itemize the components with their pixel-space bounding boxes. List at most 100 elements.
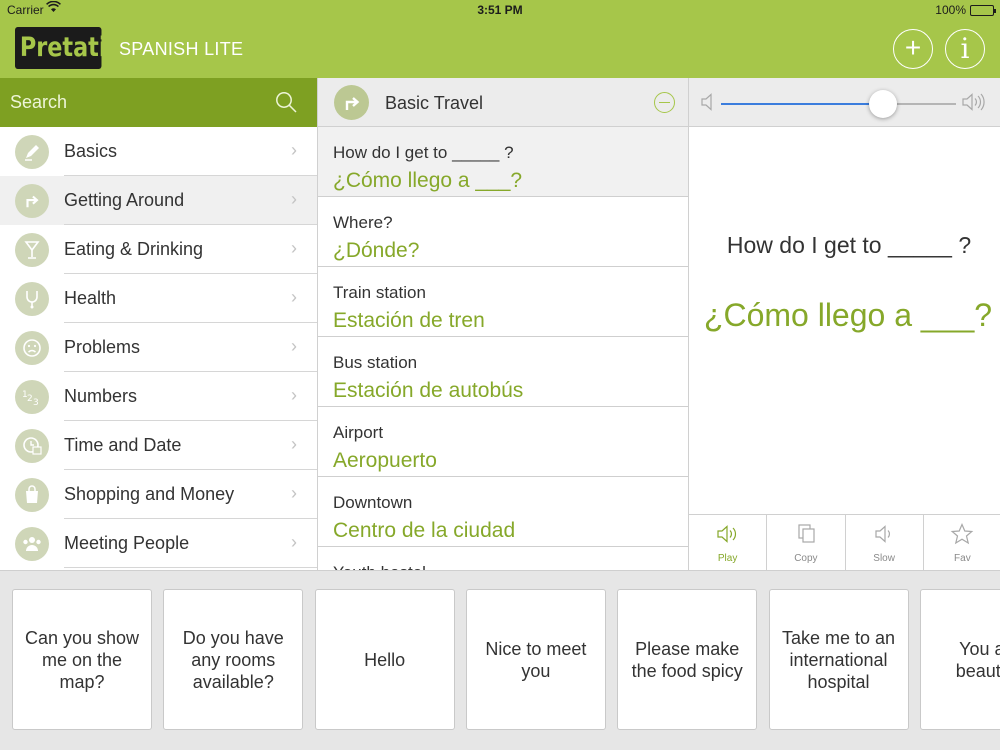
quick-phrase-card[interactable]: Nice to meet you [465,589,606,730]
svg-text:3: 3 [33,398,39,407]
quick-phrase-card[interactable]: Please make the food spicy [617,589,758,730]
phrase-row[interactable]: Train station Estación de tren [318,267,688,337]
speaker-slow-icon [872,523,896,545]
sidebar-item-eating-and-drinking[interactable]: Eating & Drinking › [0,225,317,274]
chevron-right-icon: › [291,140,297,160]
people-icon [15,527,49,561]
search-bar [0,78,317,127]
action-label: Slow [873,553,895,564]
sidebar-item-basics[interactable]: Basics › [0,127,317,176]
volume-slider-thumb[interactable] [869,90,898,118]
sidebar-item-meeting-people[interactable]: Meeting People › [0,519,317,568]
phrase-spanish: ¿Dónde? [333,239,420,262]
star-icon [950,522,974,545]
chevron-right-icon: › [291,336,297,356]
shopping-bag-icon [15,478,49,512]
battery-icon [970,4,996,16]
collapse-icon[interactable] [654,92,675,113]
phrase-row[interactable]: Where? ¿Dónde? [318,197,688,267]
volume-high-icon [962,93,985,111]
search-input[interactable] [0,78,317,127]
sad-face-icon [15,331,49,365]
phrase-english: Youth hostel [333,563,426,570]
sidebar-item-label: Eating & Drinking [64,239,204,259]
detail-spanish-phrase: ¿Cómo llego a ___? [703,297,993,333]
glass-icon [15,233,49,267]
chevron-right-icon: › [291,385,297,405]
battery-indicator: 100% [935,3,996,17]
turn-arrow-icon [334,85,369,120]
battery-percent: 100% [935,3,966,17]
volume-control [689,78,1000,127]
phrase-row[interactable]: How do I get to _____ ? ¿Cómo llego a ___… [318,127,688,197]
phrase-spanish: Centro de la ciudad [333,519,516,542]
quick-phrase-card[interactable]: You are beautiful [919,589,1000,730]
category-list: Basics › Getting Around › Eating & Drinking ›… [0,127,317,568]
action-label: Fav [954,553,971,564]
phrase-spanish: Estación de tren [333,309,485,332]
phrase-english: How do I get to _____ ? [333,143,514,162]
phrase-row[interactable]: Bus station Estación de autobús [318,337,688,407]
divider [64,567,317,568]
phrase-panel: Basic Travel How do I get to _____ ? ¿Cóm… [317,78,688,570]
sidebar-item-label: Problems [64,337,141,357]
search-icon[interactable] [275,91,297,113]
app-header: Carrier 3:51 PM 100% Pretati SPANISH LIT… [0,0,1000,78]
app-logo: Pretati [15,27,107,69]
fav-button[interactable]: Fav [924,515,1000,570]
volume-slider[interactable] [721,90,956,118]
phrase-english: Airport [333,423,384,442]
numbers-icon: 123 [15,380,49,414]
detail-english-phrase: How do I get to _____ ? [726,232,972,258]
quick-phrase-card[interactable]: Take me to an international hospital [768,589,909,730]
phrase-detail-panel: How do I get to _____ ? ¿Cómo llego a __… [688,78,1000,570]
phrase-spanish: ¿Cómo llego a ___? [333,169,523,192]
copy-button[interactable]: Copy [767,515,846,570]
slow-button[interactable]: Slow [846,515,924,570]
info-button[interactable]: i [945,29,985,69]
quick-phrase-card[interactable]: Do you have any rooms available? [163,589,304,730]
clock: 3:51 PM [477,3,523,17]
volume-slider-fill [721,103,884,105]
quick-phrase-card[interactable]: Hello [314,589,455,730]
category-sidebar: Basics › Getting Around › Eating & Drinking ›… [0,78,317,570]
chevron-right-icon: › [291,287,297,307]
sidebar-item-label: Getting Around [64,190,185,210]
phrase-spanish: Estación de autobús [333,379,524,402]
sidebar-item-label: Numbers [64,386,138,406]
phrase-action-bar: Play Copy Slow Fav [689,514,1000,570]
status-bar: Carrier 3:51 PM 100% [0,0,1000,20]
stethoscope-icon [15,282,49,316]
turn-arrow-icon [15,184,49,218]
phrase-row[interactable]: Airport Aeropuerto [318,407,688,477]
chevron-right-icon: › [291,189,297,209]
chevron-right-icon: › [291,238,297,258]
play-button[interactable]: Play [689,515,768,570]
clock-calendar-icon [15,429,49,463]
chevron-right-icon: › [291,483,297,503]
phrase-english: Where? [333,213,393,232]
phrase-row[interactable]: Youth hostel [318,547,688,570]
sidebar-item-label: Shopping and Money [64,484,235,504]
phrase-english: Downtown [333,493,413,512]
sidebar-item-label: Meeting People [64,533,190,553]
phrase-english: Bus station [333,353,418,372]
sidebar-item-numbers[interactable]: 1 2 3 Numbers › [0,372,317,421]
sidebar-item-shopping-and-money[interactable]: Shopping and Money › [0,470,317,519]
sidebar-item-getting-around[interactable]: Getting Around › [0,176,317,225]
sidebar-item-label: Time and Date [64,435,182,455]
phrase-list-title: Basic Travel [385,93,484,113]
sidebar-item-label: Basics [64,141,118,161]
chevron-right-icon: › [291,532,297,552]
add-button[interactable]: + [893,29,933,69]
volume-low-icon [701,93,712,111]
app-subtitle: SPANISH LITE [119,39,244,59]
quick-phrase-card[interactable]: Can you show me on the map? [12,589,152,730]
sidebar-item-problems[interactable]: Problems › [0,323,317,372]
pen-icon [15,135,49,169]
svg-text:2: 2 [27,394,33,404]
sidebar-item-time-and-date[interactable]: Time and Date › [0,421,317,470]
sidebar-item-health[interactable]: Health › [0,274,317,323]
phrase-row[interactable]: Downtown Centro de la ciudad [318,477,688,547]
action-label: Play [717,553,738,564]
